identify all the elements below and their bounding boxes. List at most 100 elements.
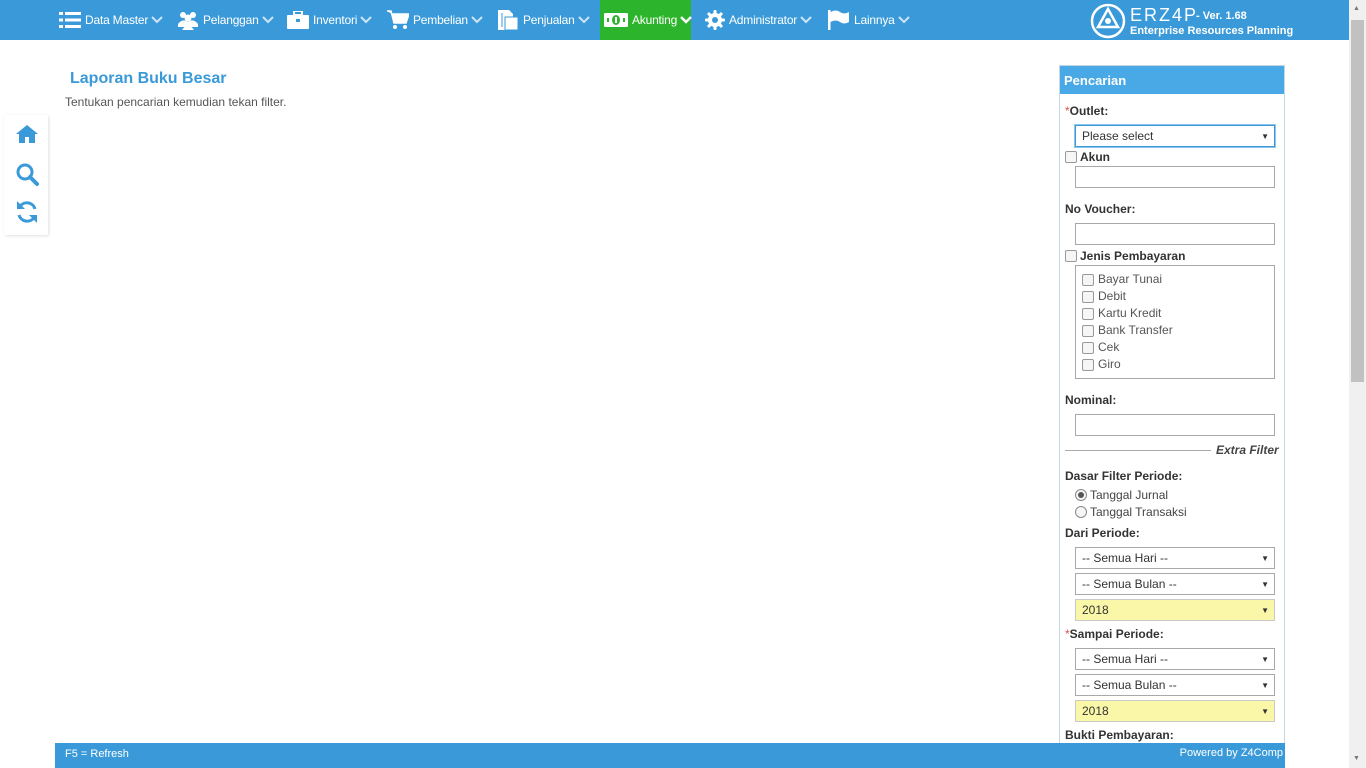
option-label: Debit bbox=[1098, 289, 1127, 303]
outlet-select[interactable]: Please select ▼ bbox=[1075, 125, 1275, 147]
scroll-up-icon[interactable]: ▲ bbox=[1353, 5, 1360, 12]
akun-label: Akun bbox=[1080, 150, 1110, 164]
voucher-label: No Voucher: bbox=[1065, 202, 1136, 216]
page-hint: Tentukan pencarian kemudian tekan filter… bbox=[65, 95, 287, 109]
list-icon bbox=[59, 11, 81, 29]
option-label: Kartu Kredit bbox=[1098, 306, 1162, 320]
nav-data-master[interactable]: Data Master bbox=[59, 0, 163, 40]
nav-label: Penjualan bbox=[523, 13, 575, 27]
briefcase-icon bbox=[287, 11, 309, 29]
dari-tahun-select[interactable]: 2018 ▼ bbox=[1075, 599, 1275, 621]
logo-icon bbox=[1090, 3, 1126, 44]
chevron-down-icon bbox=[151, 16, 163, 24]
nav-pelanggan[interactable]: Pelanggan bbox=[177, 0, 274, 40]
tanggal-jurnal-radio[interactable] bbox=[1075, 489, 1087, 501]
users-icon bbox=[177, 10, 199, 30]
option-label: Cek bbox=[1098, 340, 1120, 354]
nav-penjualan[interactable]: Penjualan bbox=[497, 0, 590, 40]
payment-type-list: Bayar Tunai Debit Kartu Kredit Bank Tran… bbox=[1075, 265, 1275, 379]
sampai-periode-label: *Sampai Periode: bbox=[1065, 627, 1164, 641]
dropdown-arrow-icon: ▼ bbox=[1261, 580, 1269, 589]
refresh-button[interactable] bbox=[14, 200, 40, 229]
outlet-label: *Outlet: bbox=[1065, 104, 1109, 118]
search-panel-title: Pencarian bbox=[1060, 66, 1284, 94]
flag-icon bbox=[828, 10, 850, 30]
search-icon bbox=[15, 162, 39, 191]
dropdown-arrow-icon: ▼ bbox=[1261, 132, 1269, 141]
debit-checkbox[interactable] bbox=[1082, 291, 1094, 303]
nominal-label: Nominal: bbox=[1065, 393, 1117, 407]
nav-lainnya[interactable]: Lainnya bbox=[828, 0, 910, 40]
brand-name: ERZ4P bbox=[1130, 5, 1199, 25]
brand[interactable]: ERZ4P - Ver. 1.68 Enterprise Resources P… bbox=[1090, 3, 1294, 39]
document-icon bbox=[497, 10, 519, 30]
chevron-down-icon bbox=[471, 16, 483, 24]
sampai-tahun-select[interactable]: 2018 ▼ bbox=[1075, 700, 1275, 722]
nav-label: Administrator bbox=[729, 13, 798, 27]
chevron-down-icon bbox=[680, 16, 692, 24]
jenis-pembayaran-label: Jenis Pembayaran bbox=[1080, 249, 1186, 263]
top-navbar: Data Master Pelanggan Inventori Pembelia… bbox=[0, 0, 1366, 40]
nav-label: Inventori bbox=[313, 13, 358, 27]
brand-subtitle: Enterprise Resources Planning bbox=[1130, 25, 1294, 37]
nav-label: Akunting bbox=[632, 13, 678, 27]
voucher-input[interactable] bbox=[1075, 223, 1275, 245]
chevron-down-icon bbox=[577, 16, 590, 24]
scroll-down-icon[interactable]: ▼ bbox=[1353, 755, 1360, 762]
money-icon bbox=[604, 12, 628, 28]
dari-hari-select[interactable]: -- Semua Hari -- ▼ bbox=[1075, 547, 1275, 569]
footer-credit: Powered by Z4Comp bbox=[1179, 747, 1283, 759]
page-title: Laporan Buku Besar bbox=[70, 70, 227, 87]
nav-label: Data Master bbox=[85, 13, 149, 27]
divider bbox=[1065, 450, 1211, 451]
radio-label: Tanggal Jurnal bbox=[1090, 488, 1169, 502]
sampai-hari-select[interactable]: -- Semua Hari -- ▼ bbox=[1075, 648, 1275, 670]
chevron-down-icon bbox=[360, 16, 372, 24]
dasar-filter-label: Dasar Filter Periode: bbox=[1065, 469, 1183, 483]
vertical-scrollbar[interactable]: ▲ ▼ bbox=[1349, 0, 1366, 768]
bank-transfer-checkbox[interactable] bbox=[1082, 325, 1094, 337]
home-icon bbox=[15, 124, 39, 149]
nav-administrator[interactable]: Administrator bbox=[705, 0, 812, 40]
radio-label: Tanggal Transaksi bbox=[1090, 505, 1187, 519]
refresh-icon bbox=[15, 200, 39, 229]
search-button[interactable] bbox=[14, 163, 40, 189]
dari-bulan-select[interactable]: -- Semua Bulan -- ▼ bbox=[1075, 573, 1275, 595]
footer-brand-link[interactable]: Z4Comp bbox=[1241, 747, 1283, 759]
search-panel: Pencarian *Outlet: Please select ▼ Akun N… bbox=[1059, 65, 1285, 755]
nav-label: Pembelian bbox=[413, 13, 468, 27]
scrollbar-thumb[interactable] bbox=[1351, 20, 1364, 382]
dropdown-arrow-icon: ▼ bbox=[1261, 707, 1269, 716]
extra-filter-toggle[interactable]: Extra Filter bbox=[1216, 443, 1279, 457]
home-button[interactable] bbox=[14, 123, 40, 149]
cek-checkbox[interactable] bbox=[1082, 342, 1094, 354]
brand-version: - Ver. 1.68 bbox=[1196, 10, 1247, 22]
kartu-kredit-checkbox[interactable] bbox=[1082, 308, 1094, 320]
nav-akunting[interactable]: Akunting bbox=[600, 0, 692, 40]
dropdown-arrow-icon: ▼ bbox=[1261, 554, 1269, 563]
option-label: Bank Transfer bbox=[1098, 323, 1173, 337]
giro-checkbox[interactable] bbox=[1082, 359, 1094, 371]
footer: F5 = Refresh Powered by Z4Comp bbox=[55, 743, 1285, 768]
bayar-tunai-checkbox[interactable] bbox=[1082, 274, 1094, 286]
akun-checkbox[interactable] bbox=[1065, 151, 1077, 163]
dropdown-arrow-icon: ▼ bbox=[1261, 655, 1269, 664]
footer-shortcut-hint: F5 = Refresh bbox=[65, 748, 129, 760]
dropdown-arrow-icon: ▼ bbox=[1261, 681, 1269, 690]
nominal-input[interactable] bbox=[1075, 414, 1275, 436]
side-toolbar bbox=[4, 115, 48, 235]
tanggal-transaksi-radio[interactable] bbox=[1075, 506, 1087, 518]
sampai-bulan-select[interactable]: -- Semua Bulan -- ▼ bbox=[1075, 674, 1275, 696]
chevron-down-icon bbox=[800, 16, 812, 24]
nav-pembelian[interactable]: Pembelian bbox=[387, 0, 483, 40]
option-label: Bayar Tunai bbox=[1098, 272, 1163, 286]
jenis-pembayaran-checkbox[interactable] bbox=[1065, 250, 1077, 262]
chevron-down-icon bbox=[897, 16, 910, 24]
nav-label: Lainnya bbox=[854, 13, 895, 27]
akun-input[interactable] bbox=[1075, 166, 1275, 188]
nav-inventori[interactable]: Inventori bbox=[287, 0, 372, 40]
option-label: Giro bbox=[1098, 357, 1121, 371]
cart-icon bbox=[387, 10, 409, 30]
nav-label: Pelanggan bbox=[203, 13, 259, 27]
chevron-down-icon bbox=[261, 16, 274, 24]
